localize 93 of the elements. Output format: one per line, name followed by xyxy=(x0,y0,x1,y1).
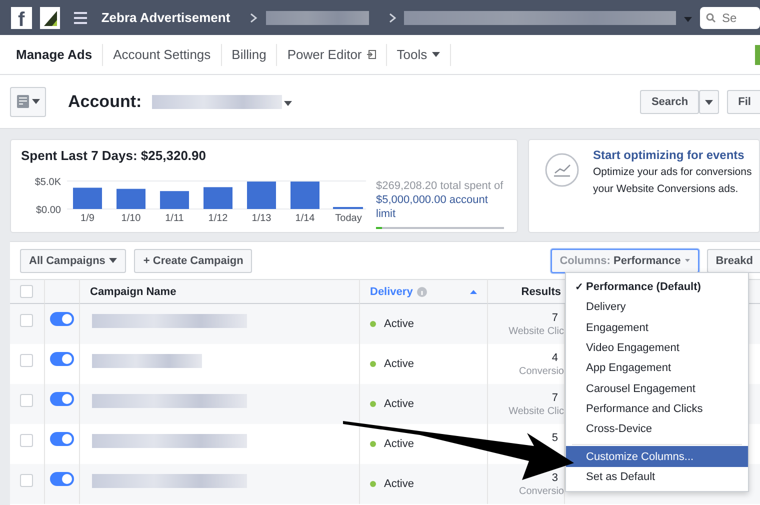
chevron-icon xyxy=(388,12,396,22)
spend-title: Spent Last 7 Days: $25,320.90 xyxy=(21,148,207,163)
page-avatar-icon[interactable] xyxy=(40,6,60,28)
promo-text: your Website Conversions ads. xyxy=(593,182,740,196)
menu-item[interactable]: Set as Default xyxy=(566,466,748,487)
row-checkbox[interactable] xyxy=(20,354,33,367)
menu-item[interactable]: ✓ Performance (Default) xyxy=(566,277,748,298)
axis-label: Today xyxy=(335,213,362,223)
axis-label: 1/11 xyxy=(165,213,184,223)
dropdown-button[interactable] xyxy=(699,90,720,114)
nav-tab[interactable]: Tools xyxy=(386,44,452,66)
sort-icon[interactable] xyxy=(470,290,477,294)
menu-item[interactable]: Delivery xyxy=(566,297,748,318)
delivery-status: Active xyxy=(384,398,414,410)
bar xyxy=(73,188,102,209)
column-header[interactable]: Campaign Name xyxy=(80,279,360,304)
result-type: Conversio xyxy=(518,486,564,497)
toggle-switch[interactable] xyxy=(50,392,74,406)
menu-item[interactable]: App Engagement xyxy=(566,358,748,378)
menu-item[interactable]: Video Engagement xyxy=(566,338,748,358)
result-type: Website Clic xyxy=(508,406,564,417)
promo-text: Optimize your ads for conversions xyxy=(593,165,752,179)
caret-icon xyxy=(109,258,118,263)
info-icon xyxy=(416,286,427,296)
delivery-status: Active xyxy=(384,438,414,450)
caret-icon xyxy=(684,258,690,263)
caret-icon xyxy=(705,100,714,104)
result-type: Website Clic xyxy=(508,326,564,337)
row-checkbox[interactable] xyxy=(20,474,33,487)
nav-tab[interactable]: Manage Ads xyxy=(6,44,104,66)
menu-item[interactable]: Engagement xyxy=(566,318,748,338)
menu-item[interactable]: Cross-Device xyxy=(566,419,748,440)
row-checkbox[interactable] xyxy=(20,314,33,327)
bar xyxy=(204,187,232,209)
axis-label: 1/10 xyxy=(121,213,141,223)
toggle-switch[interactable] xyxy=(50,312,74,326)
caret-icon xyxy=(684,16,692,22)
axis-label: $5.0K xyxy=(34,177,61,188)
toggle-switch[interactable] xyxy=(50,432,74,446)
menu-item[interactable]: Customize Columns... xyxy=(566,446,748,467)
bar xyxy=(290,182,320,209)
menu-item[interactable]: Carousel Engagement xyxy=(566,378,748,399)
report-picker[interactable] xyxy=(10,86,46,116)
nav-tab[interactable]: Power Editor xyxy=(277,44,387,66)
bar xyxy=(116,188,146,209)
caret-icon xyxy=(32,99,40,104)
chevron-icon xyxy=(250,12,258,22)
query-field[interactable]: Se xyxy=(700,6,760,28)
caret-icon xyxy=(284,100,292,106)
campaign-filter-dropdown[interactable]: All Campaigns xyxy=(20,248,126,272)
result-value: 4 xyxy=(552,352,559,364)
create-campaign-button[interactable]: + Create Campaign xyxy=(134,248,252,272)
axis-label: 1/14 xyxy=(295,213,315,223)
nav-tab[interactable]: Billing xyxy=(222,44,278,66)
promo-title[interactable]: Start optimizing for events xyxy=(593,148,752,162)
axis-label: $0.00 xyxy=(36,205,61,216)
account-limit-link[interactable]: $5,000,000.00 account limit xyxy=(376,193,504,221)
bar xyxy=(247,182,276,209)
filter-button[interactable]: Fil xyxy=(727,90,760,114)
total-spent: $269,208.20 total spent of xyxy=(376,179,504,193)
delivery-status: Active xyxy=(384,358,414,370)
columns-dropdown[interactable]: Columns: Performance xyxy=(550,248,699,272)
select-all-checkbox[interactable] xyxy=(20,285,33,298)
toggle-switch[interactable] xyxy=(50,352,74,366)
result-value: 7 xyxy=(552,392,559,404)
menu-icon[interactable] xyxy=(74,12,88,24)
breakdown-button[interactable]: Breakd xyxy=(706,248,760,272)
axis-label: 1/9 xyxy=(80,213,94,223)
report-icon xyxy=(16,95,28,108)
row-checkbox[interactable] xyxy=(20,434,33,447)
search-button[interactable]: Search xyxy=(640,90,700,114)
status-bar-edge xyxy=(755,45,760,65)
chart-icon xyxy=(545,153,579,187)
result-value: 3 xyxy=(552,472,559,484)
result-type: Conversio xyxy=(518,366,564,377)
caret-icon xyxy=(432,52,440,57)
page-name[interactable]: Zebra Advertisement xyxy=(101,10,230,25)
bar xyxy=(160,191,189,209)
menu-item[interactable]: Performance and Clicks xyxy=(566,398,748,420)
toggle-switch[interactable] xyxy=(50,472,74,486)
axis-label: 1/12 xyxy=(208,213,228,223)
check-icon: ✓ xyxy=(575,281,583,294)
delivery-status: Active xyxy=(384,478,414,490)
facebook-logo[interactable]: f xyxy=(11,6,32,28)
result-value: 5 xyxy=(552,432,559,444)
row-checkbox[interactable] xyxy=(20,394,33,407)
result-value: 7 xyxy=(552,312,559,324)
column-header[interactable]: Results xyxy=(488,279,565,304)
account-label: Account: xyxy=(68,92,142,112)
external-icon xyxy=(366,50,376,59)
nav-tab[interactable]: Account Settings xyxy=(103,44,222,66)
delivery-status: Active xyxy=(384,318,414,330)
axis-label: 1/13 xyxy=(252,213,272,223)
